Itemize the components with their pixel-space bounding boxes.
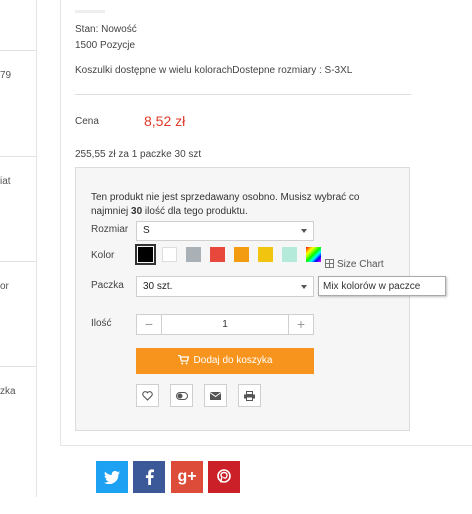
stock-status: Stan: Nowość	[75, 24, 137, 35]
sidebar-divider	[0, 261, 36, 262]
chevron-down-icon	[301, 229, 307, 233]
quantity-stepper: − 1 +	[136, 314, 314, 335]
color-tooltip: Mix kolorów w paczce	[318, 276, 446, 296]
sidebar-item-text[interactable]: or	[0, 281, 9, 292]
color-swatch-orange[interactable]	[234, 247, 249, 262]
color-swatch-white[interactable]	[162, 247, 177, 262]
size-chart-label: Size Chart	[337, 259, 384, 270]
quantity-label: Ilość	[91, 318, 112, 329]
cut-off-text	[75, 10, 105, 13]
chevron-down-icon	[301, 284, 307, 289]
notice-text-end: ilość dla tego produktu.	[142, 206, 248, 217]
price-label: Cena	[75, 116, 99, 127]
color-swatch-red[interactable]	[210, 247, 225, 262]
add-to-cart-button[interactable]: Dodaj do koszyka	[136, 348, 314, 374]
size-select-value: S	[143, 225, 150, 236]
twitter-icon	[104, 470, 120, 484]
quantity-increase-button[interactable]: +	[288, 315, 313, 334]
size-chart-link[interactable]: Size Chart	[325, 259, 384, 270]
sidebar-item-text[interactable]: 79	[0, 70, 11, 81]
envelope-icon	[210, 391, 221, 400]
pack-select[interactable]: 30 szt.	[136, 276, 314, 297]
ruler-icon	[325, 259, 334, 268]
compare-icon	[175, 391, 188, 400]
wishlist-button[interactable]	[136, 384, 159, 407]
cart-icon	[177, 355, 189, 365]
item-count: 1500 Pozycje	[75, 40, 136, 51]
divider	[75, 94, 411, 95]
print-button[interactable]	[238, 384, 261, 407]
notice-min-qty: 30	[131, 206, 143, 217]
sidebar-item-text[interactable]: zka	[0, 386, 16, 397]
color-label: Kolor	[91, 250, 115, 261]
size-select[interactable]: S	[136, 221, 314, 241]
print-icon	[244, 390, 255, 401]
sidebar-item-text[interactable]: iat	[0, 176, 11, 187]
color-swatch-yellow[interactable]	[258, 247, 273, 262]
pack-label: Paczka	[91, 280, 124, 291]
facebook-share-button[interactable]	[133, 461, 165, 493]
add-to-cart-label: Dodaj do koszyka	[193, 355, 273, 366]
facebook-icon	[145, 469, 154, 485]
pinterest-share-button[interactable]	[208, 461, 240, 493]
sidebar-divider	[0, 156, 36, 157]
pack-select-value: 30 szt.	[143, 281, 173, 292]
quantity-input[interactable]: 1	[162, 315, 288, 334]
sidebar-divider	[0, 366, 36, 367]
size-label: Rozmiar	[91, 224, 129, 235]
email-button[interactable]	[204, 384, 227, 407]
color-swatch-grey[interactable]	[186, 247, 201, 262]
min-quantity-notice: Ten produkt nie jest sprzedawany osobno.…	[91, 191, 391, 219]
pinterest-icon	[217, 469, 231, 483]
product-description: Koszulki dostępne w wielu kolorachDostep…	[75, 65, 353, 76]
heart-icon	[142, 390, 153, 401]
compare-button[interactable]	[170, 384, 193, 407]
color-swatch-black[interactable]	[135, 244, 156, 265]
twitter-share-button[interactable]	[96, 461, 128, 493]
price-value: 8,52 zł	[144, 113, 186, 129]
pack-price: 255,55 zł za 1 paczke 30 szt	[75, 149, 202, 160]
googleplus-share-button[interactable]: g+	[171, 461, 203, 493]
color-swatch-mint[interactable]	[282, 247, 297, 262]
color-swatch-mix[interactable]	[306, 247, 321, 262]
quantity-decrease-button[interactable]: −	[137, 315, 162, 334]
sidebar-divider	[0, 50, 36, 51]
